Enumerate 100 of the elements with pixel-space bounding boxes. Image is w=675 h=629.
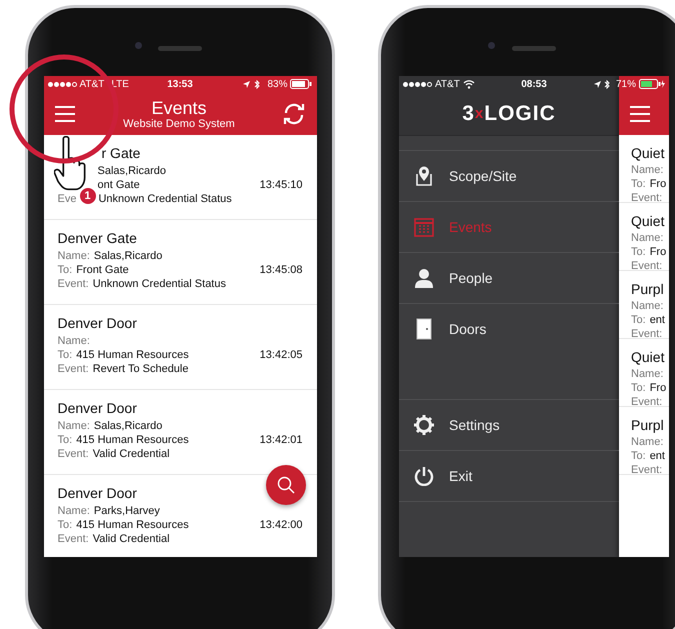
field-value: 415 Human Resources [76, 518, 189, 532]
carrier-label: AT&T [80, 78, 104, 90]
battery-icon [290, 79, 312, 89]
field-label: Name: [631, 231, 664, 245]
field-value: Parks,Harvey [94, 504, 160, 518]
field-label: To: [631, 313, 646, 327]
field-label: To: [631, 449, 646, 463]
wifi-icon [462, 80, 475, 88]
event-time: 13:45:10 [260, 178, 302, 192]
event-row[interactable]: Denver Door Name: To: 415 Human Resources 13:42:05 Event: Revert To Schedule [44, 305, 316, 390]
menu-icon [629, 105, 651, 123]
carrier-label: AT&T [435, 78, 460, 90]
brand-logo: 3xLOGIC [399, 92, 619, 136]
field-value: Unknown Credential Status [92, 277, 226, 291]
field-label: Event: [631, 463, 662, 477]
search-icon [276, 476, 294, 494]
event-title: Quiet [631, 349, 664, 365]
field-value: 415 Human Resources [76, 348, 189, 362]
battery-charging-icon [638, 79, 665, 89]
scope-pin-icon [414, 165, 434, 187]
field-value: Revert To Schedule [92, 362, 188, 376]
event-time: 13:42:00 [260, 518, 302, 532]
field-value: Salas,Ricardo [98, 164, 166, 178]
power-icon [414, 466, 434, 486]
event-title: Denver Gate [58, 230, 137, 246]
field-label: Name: [631, 367, 664, 381]
field-value: ent [650, 449, 665, 463]
settings-icon [414, 415, 434, 435]
battery-percent: 83% [267, 78, 288, 90]
event-row[interactable]: Purpl Name: To: ent Event: [619, 407, 669, 475]
field-value: Fro [650, 177, 666, 191]
event-title: Quiet [631, 213, 664, 229]
menu-item[interactable]: Settings [399, 400, 619, 450]
field-label: Name: [631, 435, 664, 449]
field-value: Fro [650, 381, 666, 395]
speaker-slot [512, 46, 556, 51]
signal-icon [48, 82, 76, 86]
camera-lens [135, 42, 142, 49]
event-time: 13:42:01 [260, 433, 302, 447]
field-value: Valid Credential [92, 532, 170, 546]
field-label: Name: [58, 504, 90, 518]
field-label: To: [631, 245, 646, 259]
field-label: Event: [631, 395, 662, 409]
field-label: Name: [58, 334, 90, 348]
event-title: Quiet [631, 145, 664, 161]
field-label: Event: [58, 532, 89, 546]
menu-icon [54, 104, 76, 122]
event-title: Purpl [631, 417, 664, 433]
field-value: Front Gate [76, 263, 129, 277]
field-value: 415 Human Resources [76, 433, 189, 447]
field-label: Eve [58, 192, 76, 206]
field-label: Name: [631, 163, 664, 177]
field-label: Event: [631, 327, 662, 341]
field-label: To: [631, 177, 646, 191]
event-row[interactable]: Quiet Name: To: Fro Event: [619, 339, 669, 407]
event-row[interactable]: Quiet Name: To: Fro Event: [619, 203, 669, 271]
field-label: To: [58, 263, 72, 277]
search-button[interactable] [266, 465, 306, 505]
event-row[interactable]: Purpl Name: To: ent Event: [619, 271, 669, 339]
menu-button[interactable] [627, 103, 653, 125]
field-value: ont Gate [98, 178, 140, 192]
event-time: 13:45:08 [260, 263, 302, 277]
field-label: Name: [58, 419, 90, 433]
signal-icon [403, 82, 432, 86]
event-title: Denver Door [58, 315, 137, 331]
speaker-slot [158, 46, 202, 51]
field-value: Fro [650, 245, 666, 259]
field-label: To: [58, 348, 72, 362]
field-value: Unknown Credential Status [98, 192, 232, 206]
menu-item[interactable]: Scope/Site [399, 151, 619, 201]
person-icon [414, 268, 434, 288]
field-value: ent [650, 313, 665, 327]
event-title: r Gate [102, 145, 140, 161]
field-label: Event: [631, 259, 662, 273]
screen-subtitle: Website Demo System [123, 118, 235, 130]
event-time: 13:42:05 [260, 348, 302, 362]
field-value: Valid Credential [92, 447, 170, 461]
field-label: To: [58, 518, 72, 532]
field-value: Salas,Ricardo [94, 419, 162, 433]
door-icon [416, 318, 432, 340]
status-time: 08:53 [521, 78, 547, 90]
screen-title: Events [151, 98, 206, 118]
field-label: Name: [631, 299, 664, 313]
event-title: Denver Door [58, 400, 137, 416]
status-time: 13:53 [167, 78, 193, 90]
field-label: To: [58, 433, 72, 447]
field-label: Name: [58, 249, 90, 263]
field-label: Event: [58, 447, 89, 461]
camera-lens [488, 42, 495, 49]
menu-item[interactable]: Doors [399, 303, 619, 354]
field-label: Event: [58, 362, 89, 376]
calendar-icon [414, 217, 434, 237]
field-label: Event: [631, 191, 662, 205]
field-label: Event: [58, 277, 89, 291]
event-row[interactable]: Denver Gate Name: Salas,Ricardo To: Front Gate 13:45:08 Event: Unknown Credential Status [44, 220, 316, 305]
event-row[interactable]: r Gate 1 Salas,Ricardo ont Gate 13:45:10 Eve Unknown Credential Status [44, 135, 316, 220]
field-value: Salas,Ricardo [94, 249, 162, 263]
field-label: To: [631, 381, 646, 395]
event-title: Denver Door [58, 485, 137, 501]
event-row[interactable]: Quiet Name: To: Fro Event: [619, 135, 669, 203]
